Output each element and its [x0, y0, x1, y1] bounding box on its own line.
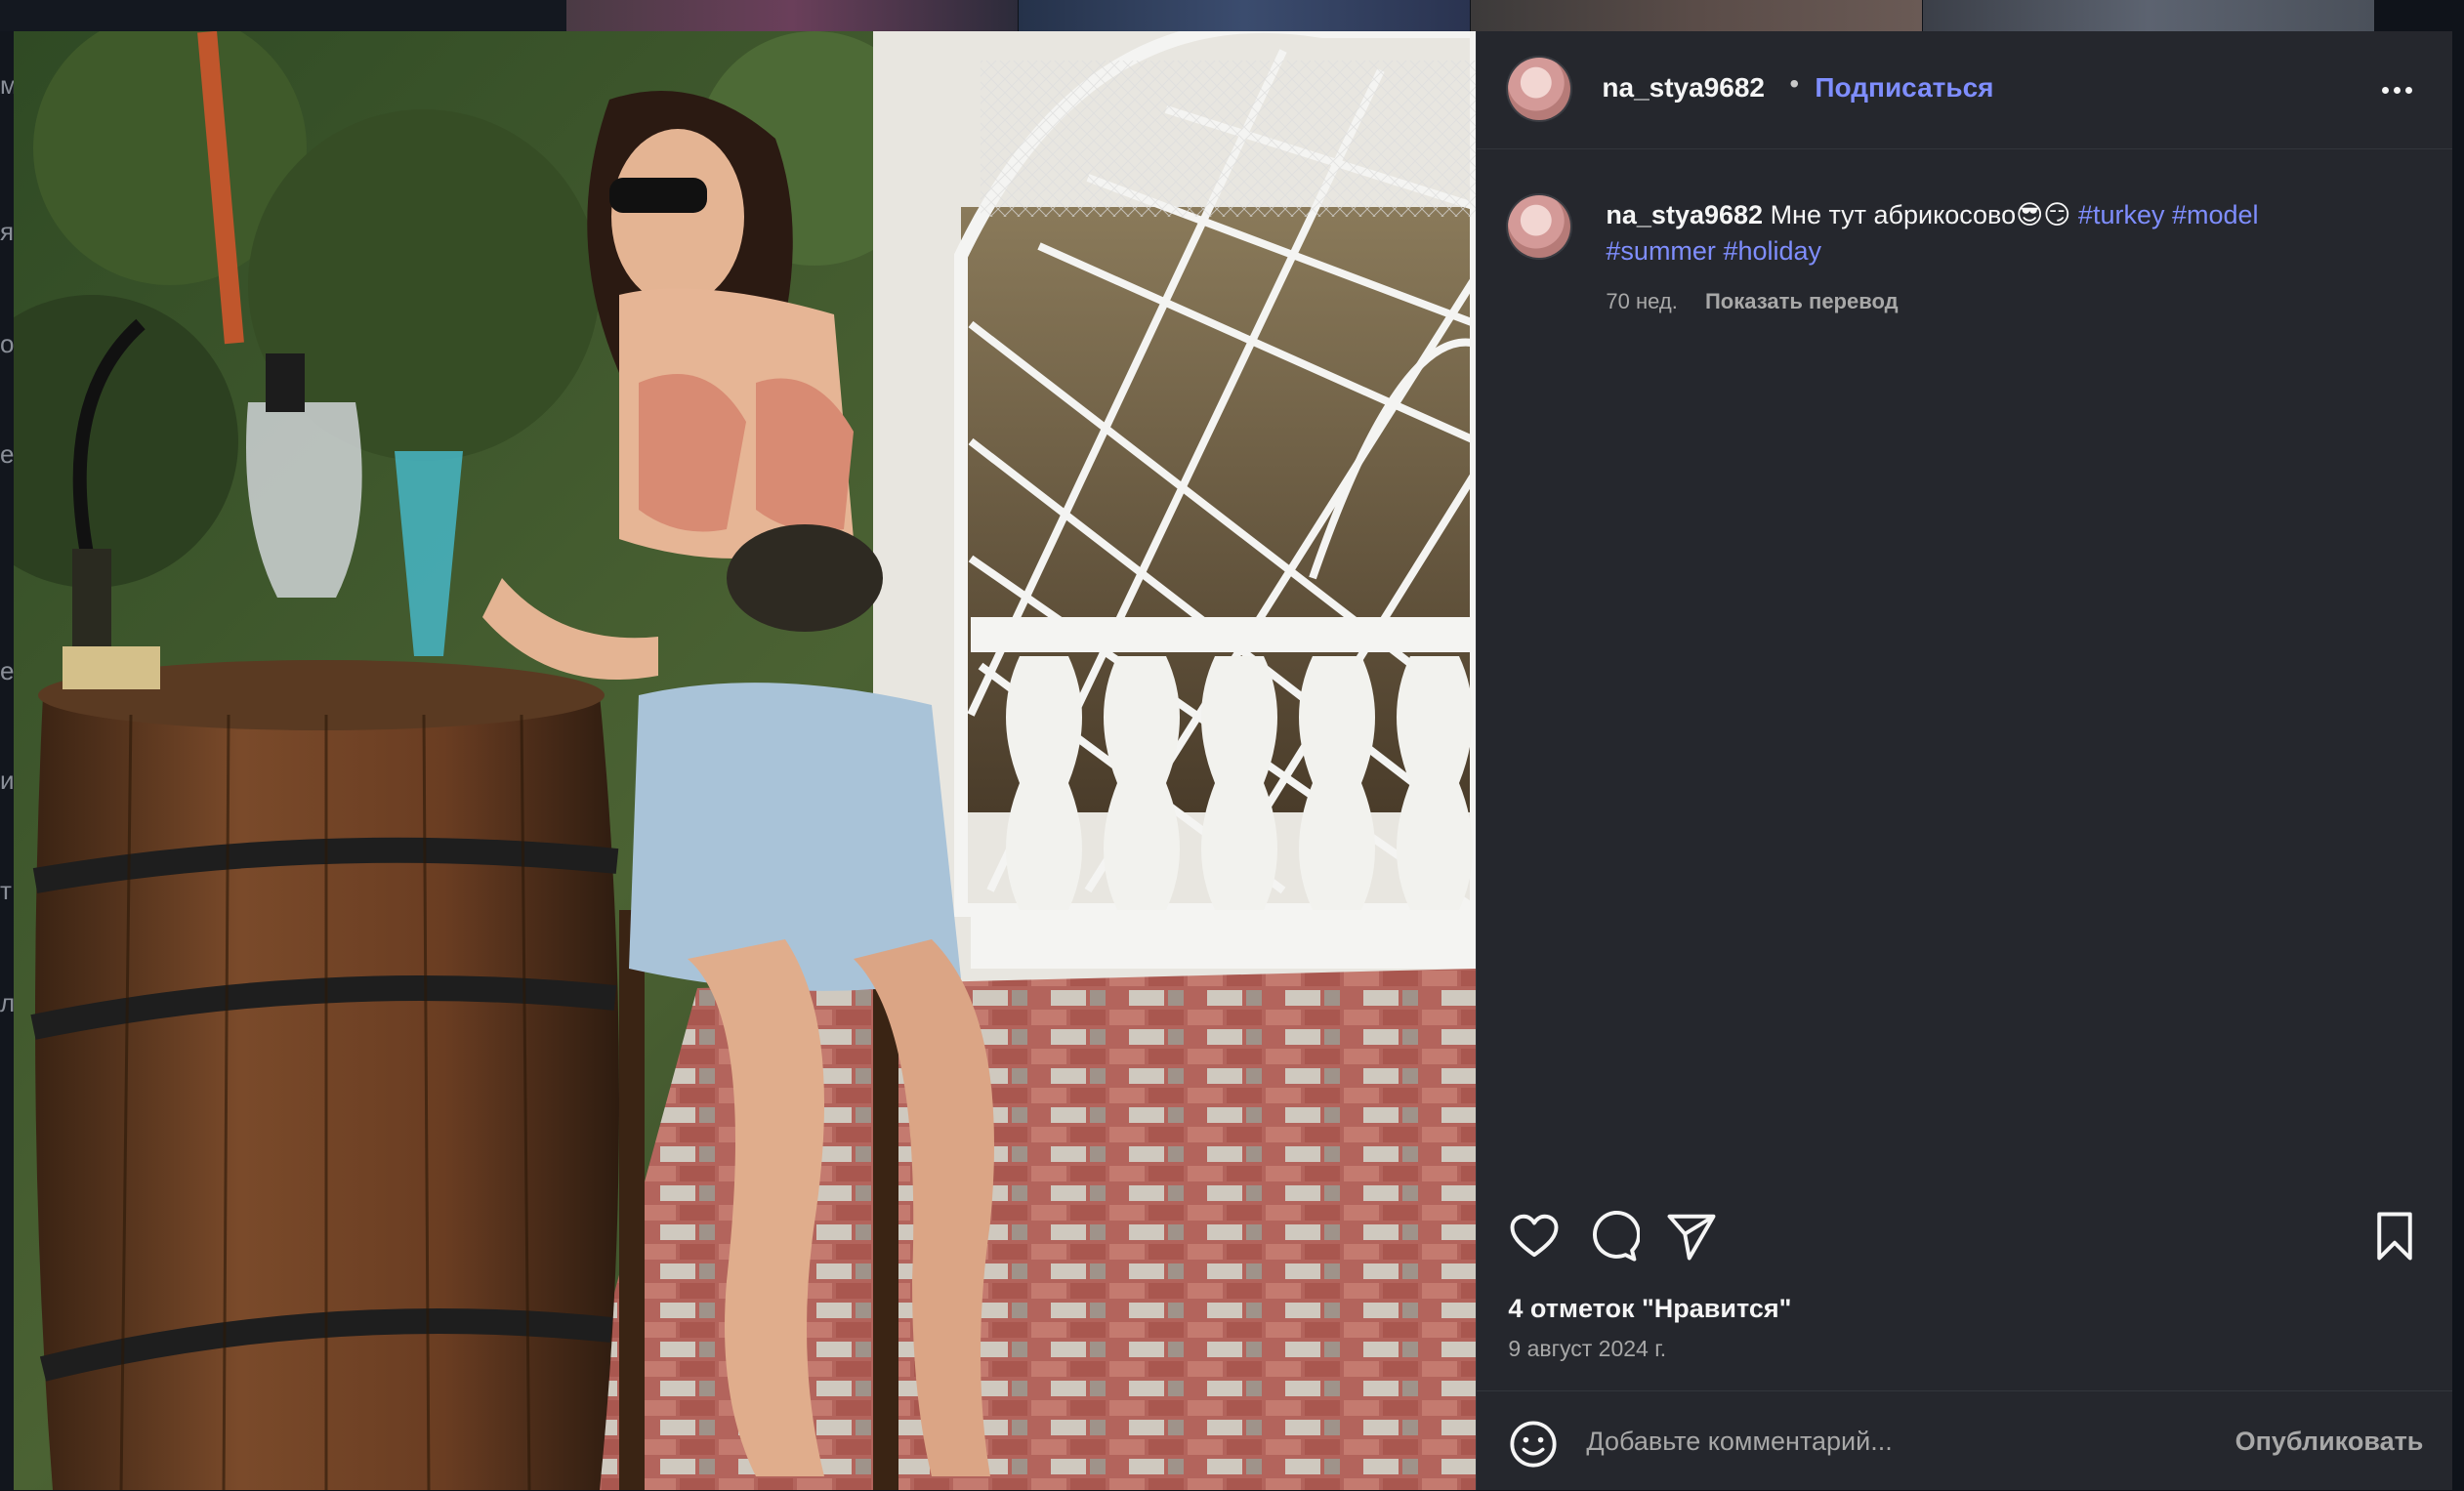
comment-icon[interactable]: [1587, 1210, 1642, 1263]
caption-meta: 70 нед. Показать перевод: [1606, 289, 1898, 314]
background-letter: о: [0, 329, 14, 358]
comment-bar: Опубликовать: [1477, 1390, 2453, 1491]
show-translation-button[interactable]: Показать перевод: [1705, 289, 1899, 313]
follow-button[interactable]: Подписаться: [1815, 72, 1993, 104]
separator-dot: •: [1789, 68, 1800, 99]
hashtag-link[interactable]: #summer: [1606, 236, 1716, 266]
comment-input[interactable]: [1584, 1413, 2175, 1470]
background-letter: т: [0, 876, 12, 905]
emoji-icon[interactable]: [1508, 1419, 1559, 1470]
hashtag-link[interactable]: #model: [2172, 200, 2259, 229]
post-photo-illustration: [14, 31, 1477, 1490]
publish-button[interactable]: Опубликовать: [2235, 1427, 2424, 1457]
bookmark-icon[interactable]: [2368, 1210, 2421, 1263]
post-date: 9 август 2024 г.: [1508, 1336, 1667, 1361]
avatar[interactable]: [1508, 195, 1571, 258]
more-horizontal-icon[interactable]: [2372, 70, 2421, 109]
background-thumbnail: [1471, 0, 1922, 31]
background-thumbnail: [0, 0, 566, 31]
post-modal: na_stya9682 • Подписаться na_stya9682 Мн…: [14, 31, 2453, 1491]
post-actions: [1477, 1210, 2452, 1278]
share-icon[interactable]: [1665, 1210, 1718, 1263]
username-link[interactable]: na_stya9682: [1602, 72, 1765, 104]
avatar[interactable]: [1508, 58, 1571, 120]
caption-text: na_stya9682 Мне тут абрикосово😎😏 #turkey…: [1606, 197, 2367, 269]
background-thumbnail: [566, 0, 1018, 31]
hashtag-link[interactable]: #turkey: [2078, 200, 2165, 229]
background-letter: я: [0, 217, 14, 246]
background-thumbnail-strip: [0, 0, 2464, 31]
post-details-panel: na_stya9682 • Подписаться na_stya9682 Мн…: [1476, 31, 2453, 1491]
caption-body: Мне тут абрикосово😎😏: [1770, 200, 2071, 229]
background-letter: и: [0, 766, 14, 795]
background-letter: л: [0, 988, 14, 1017]
heart-icon[interactable]: [1508, 1210, 1561, 1263]
background-thumbnail: [1923, 0, 2374, 31]
caption-username[interactable]: na_stya9682: [1606, 200, 1763, 229]
background-letter: е: [0, 439, 14, 469]
post-header: na_stya9682 • Подписаться: [1477, 31, 2453, 149]
background-letter: е: [0, 656, 14, 685]
post-age[interactable]: 70 нед.: [1606, 289, 1677, 313]
background-thumbnail: [2374, 0, 2464, 31]
likes-count[interactable]: 4 отметок "Нравится": [1508, 1294, 1791, 1324]
hashtag-link[interactable]: #holiday: [1723, 236, 1821, 266]
post-photo[interactable]: [14, 31, 1477, 1490]
background-thumbnail: [1019, 0, 1470, 31]
background-letter: м: [0, 70, 14, 100]
background-sidebar-edge: м я о е е и т л: [0, 31, 14, 1490]
